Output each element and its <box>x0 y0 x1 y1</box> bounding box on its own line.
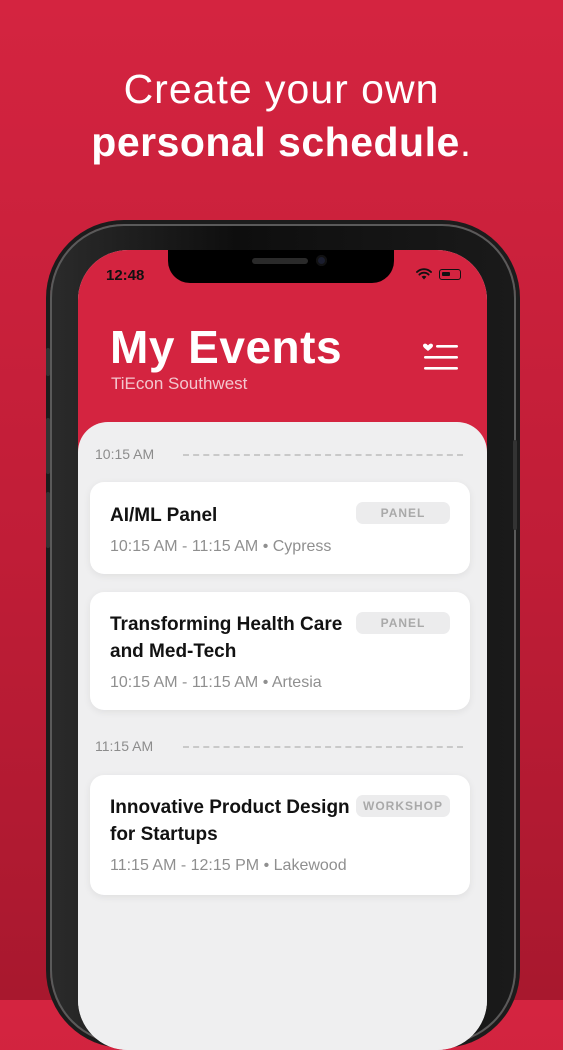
page-title: My Events <box>110 321 343 373</box>
status-time: 12:48 <box>106 267 145 284</box>
meta-separator: • <box>263 857 270 874</box>
phone-notch <box>168 250 394 283</box>
time-group-divider <box>183 454 463 456</box>
event-card[interactable]: Transforming Health Care and Med-Tech PA… <box>90 592 470 710</box>
event-meta: 10:15 AM - 11:15 AM • Artesia <box>110 674 322 692</box>
event-meta: 11:15 AM - 12:15 PM • Lakewood <box>110 857 347 875</box>
phone-power-button <box>513 440 517 530</box>
time-group-label: 10:15 AM <box>95 446 155 462</box>
event-time-range: 10:15 AM - 11:15 AM <box>110 538 259 555</box>
headline-period: . <box>459 119 472 165</box>
time-group-divider <box>183 746 463 748</box>
event-card[interactable]: Innovative Product Design for Startups W… <box>90 775 470 895</box>
wifi-icon <box>416 268 432 280</box>
event-type-badge: WORKSHOP <box>356 795 450 817</box>
event-time-range: 11:15 AM - 12:15 PM <box>110 857 260 874</box>
event-title: Transforming Health Care and Med-Tech <box>110 614 343 662</box>
event-title: Innovative Product Design for Startups <box>110 797 350 845</box>
speaker-grille <box>252 258 308 264</box>
phone-volume-up <box>46 418 50 474</box>
phone-screen: 12:48 My Events TiEcon Southwest 10:15 A… <box>78 250 487 1050</box>
schedule-list[interactable]: 10:15 AM AI/ML Panel PANEL 10:15 AM - 11… <box>78 422 487 1050</box>
time-group-label: 11:15 AM <box>95 738 154 754</box>
promo-headline: Create your own personal schedule. <box>0 62 563 168</box>
conference-name: TiEcon Southwest <box>111 374 248 393</box>
battery-icon <box>439 268 461 280</box>
event-location: Artesia <box>271 674 322 691</box>
heart-list-icon[interactable] <box>422 342 458 372</box>
event-meta: 10:15 AM - 11:15 AM • Cypress <box>110 538 331 556</box>
event-title: AI/ML Panel <box>110 505 218 526</box>
event-card[interactable]: AI/ML Panel PANEL 10:15 AM - 11:15 AM • … <box>90 482 470 574</box>
headline-line-1: Create your own <box>123 66 440 112</box>
event-location: Lakewood <box>273 857 347 874</box>
meta-separator: • <box>262 674 269 691</box>
phone-mute-switch <box>46 348 50 376</box>
event-type-badge: PANEL <box>356 612 450 634</box>
event-time-range: 10:15 AM - 11:15 AM <box>110 674 259 691</box>
meta-separator: • <box>262 538 269 555</box>
event-location: Cypress <box>272 538 332 555</box>
headline-line-2-text: personal schedule <box>91 119 460 165</box>
phone-volume-down <box>46 492 50 548</box>
status-icons <box>416 268 461 280</box>
camera-icon <box>316 255 327 266</box>
event-type-badge: PANEL <box>356 502 450 524</box>
headline-line-2: personal schedule. <box>0 116 563 168</box>
